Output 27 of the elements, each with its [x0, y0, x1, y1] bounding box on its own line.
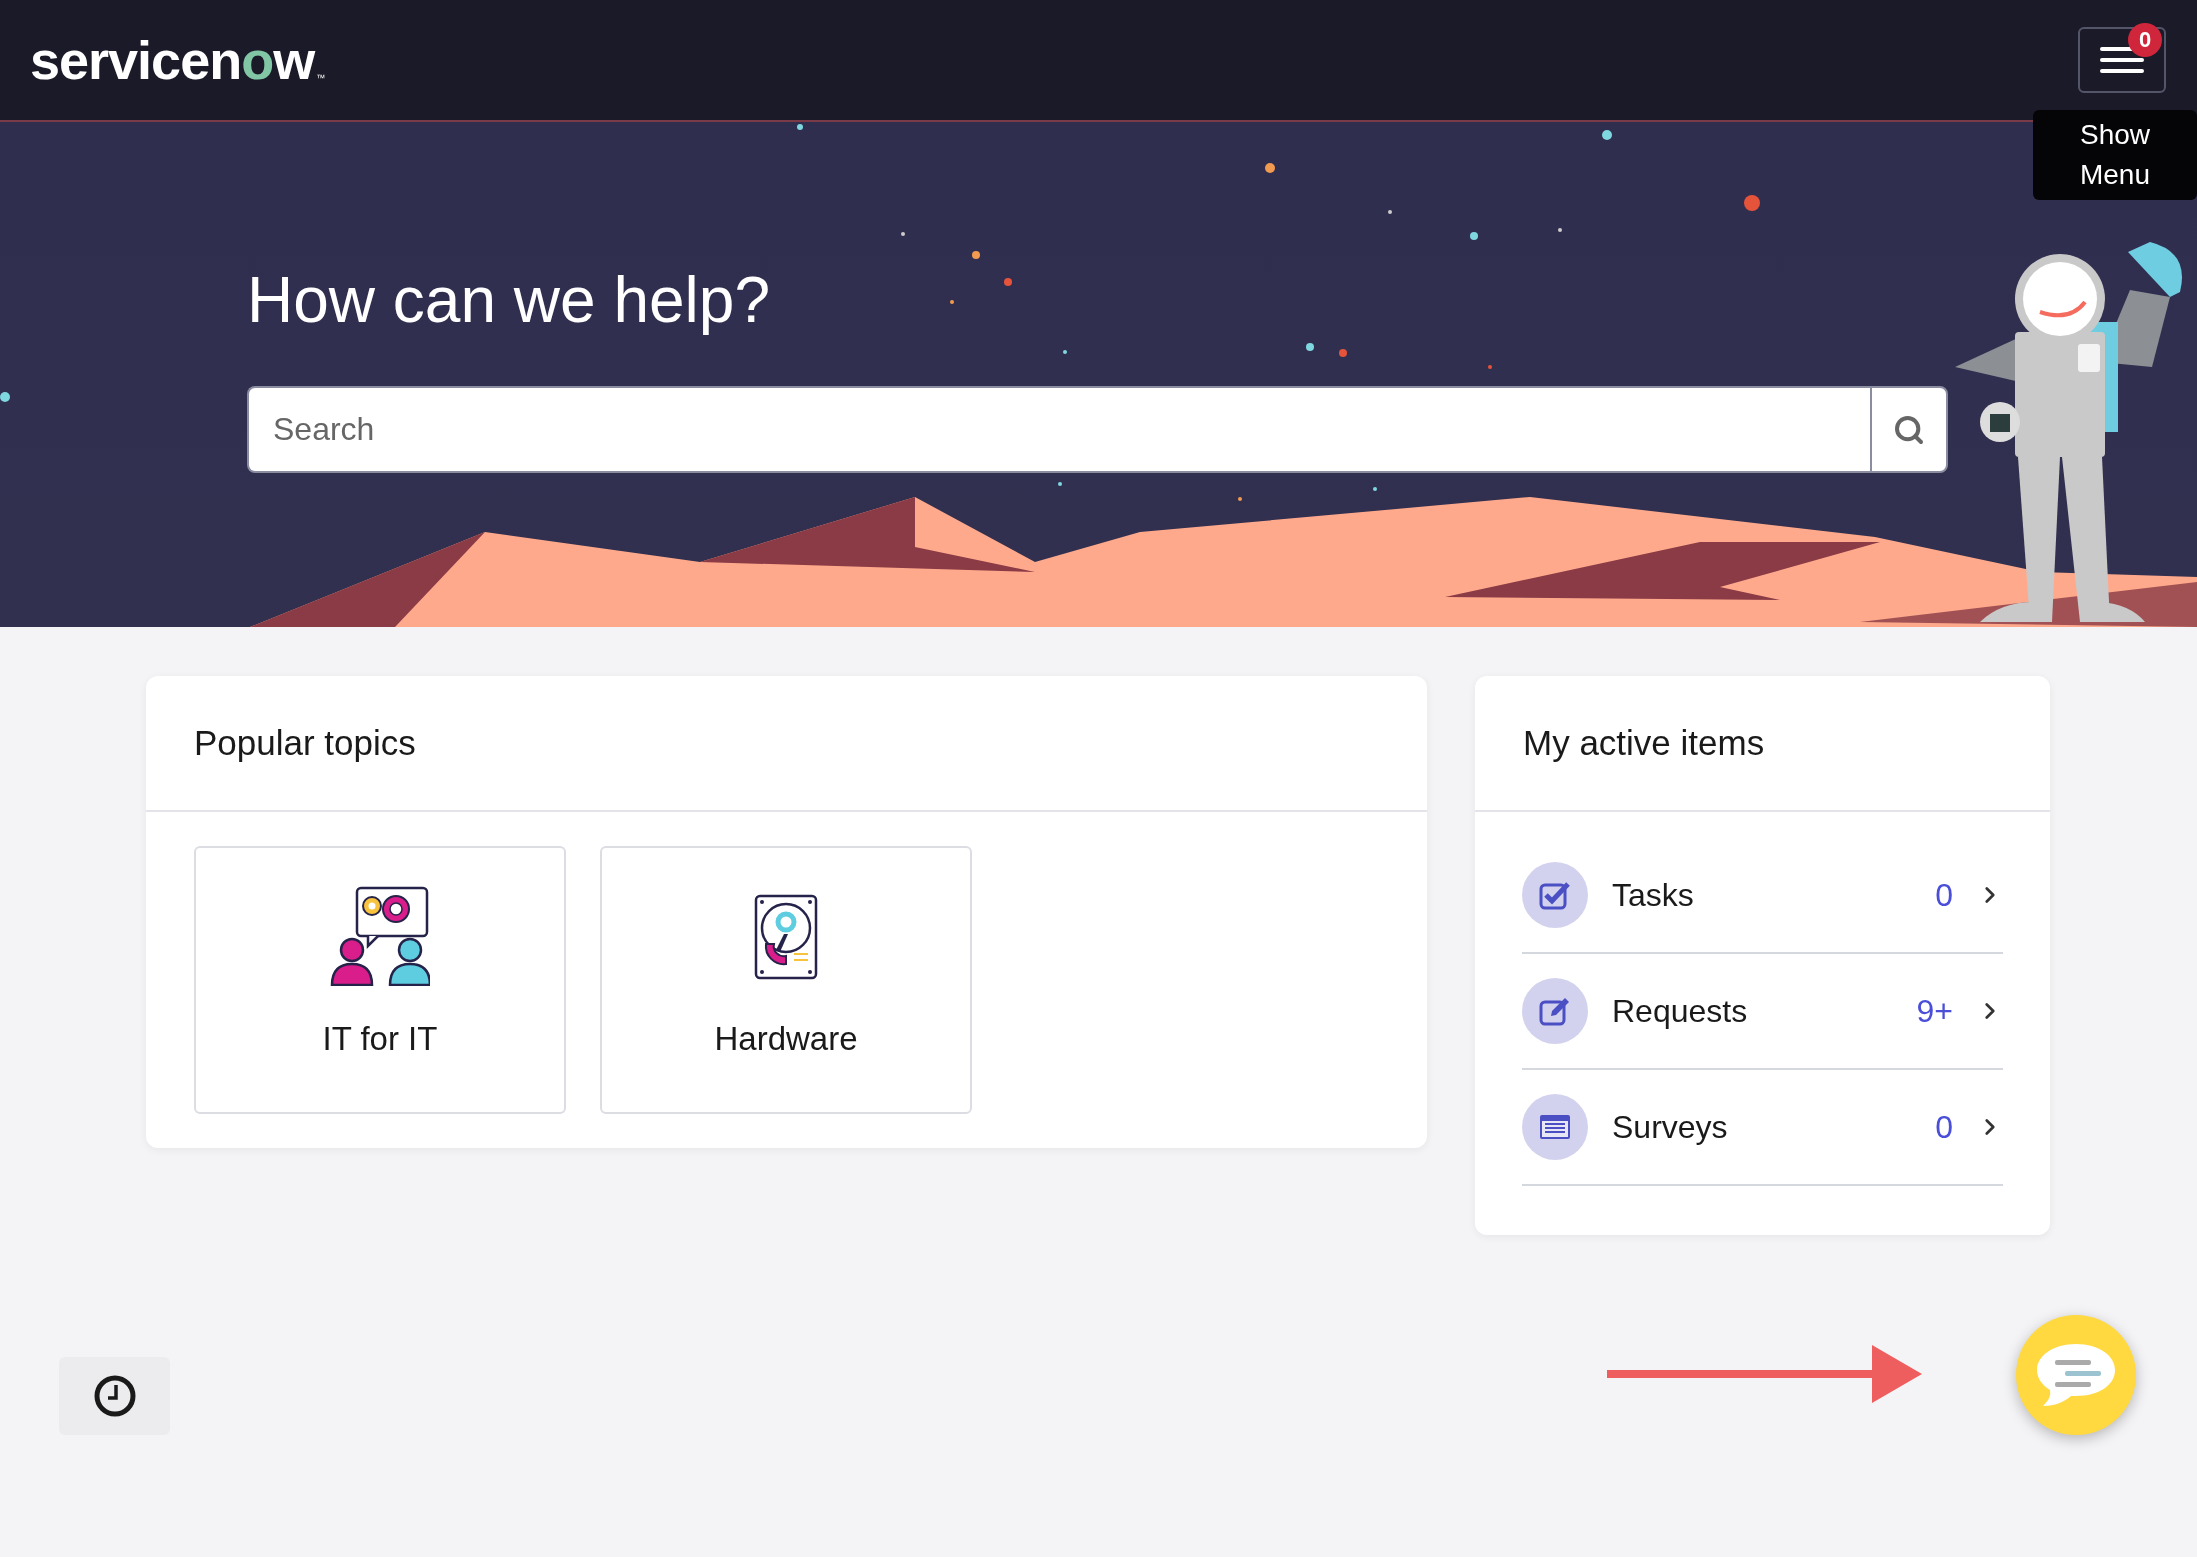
- active-item-row[interactable]: Requests 9+: [1522, 954, 2003, 1070]
- people-gears-icon: [330, 886, 430, 986]
- clock-icon: [92, 1374, 137, 1418]
- topic-label: IT for IT: [322, 1020, 438, 1058]
- topic-label: Hardware: [714, 1020, 858, 1058]
- search-field[interactable]: Search: [247, 386, 1870, 473]
- history-button[interactable]: [59, 1357, 170, 1435]
- topic-tile[interactable]: IT for IT: [194, 846, 566, 1114]
- checkbox-icon: [1539, 880, 1571, 910]
- edit-icon: [1539, 996, 1571, 1026]
- topic-tile[interactable]: Hardware: [600, 846, 972, 1114]
- item-label: Tasks: [1612, 876, 1695, 914]
- list-form-icon: [1539, 1114, 1571, 1140]
- card-title: Popular topics: [194, 723, 416, 763]
- active-item-row[interactable]: Tasks 0: [1522, 838, 2003, 954]
- active-item-row[interactable]: Surveys 0: [1522, 1070, 2003, 1186]
- item-count: 9+: [1916, 992, 1953, 1030]
- search-button[interactable]: [1870, 386, 1948, 473]
- item-count: 0: [1935, 876, 1953, 914]
- search-icon: [1893, 413, 1925, 446]
- item-count: 0: [1935, 1108, 1953, 1146]
- hero-title: How can we help?: [247, 263, 771, 338]
- card-title: My active items: [1523, 723, 1765, 763]
- item-label: Requests: [1612, 992, 1749, 1030]
- notification-badge: 0: [2128, 23, 2162, 57]
- tooltip: Show Menu: [2033, 110, 2197, 200]
- item-label: Surveys: [1612, 1108, 1729, 1146]
